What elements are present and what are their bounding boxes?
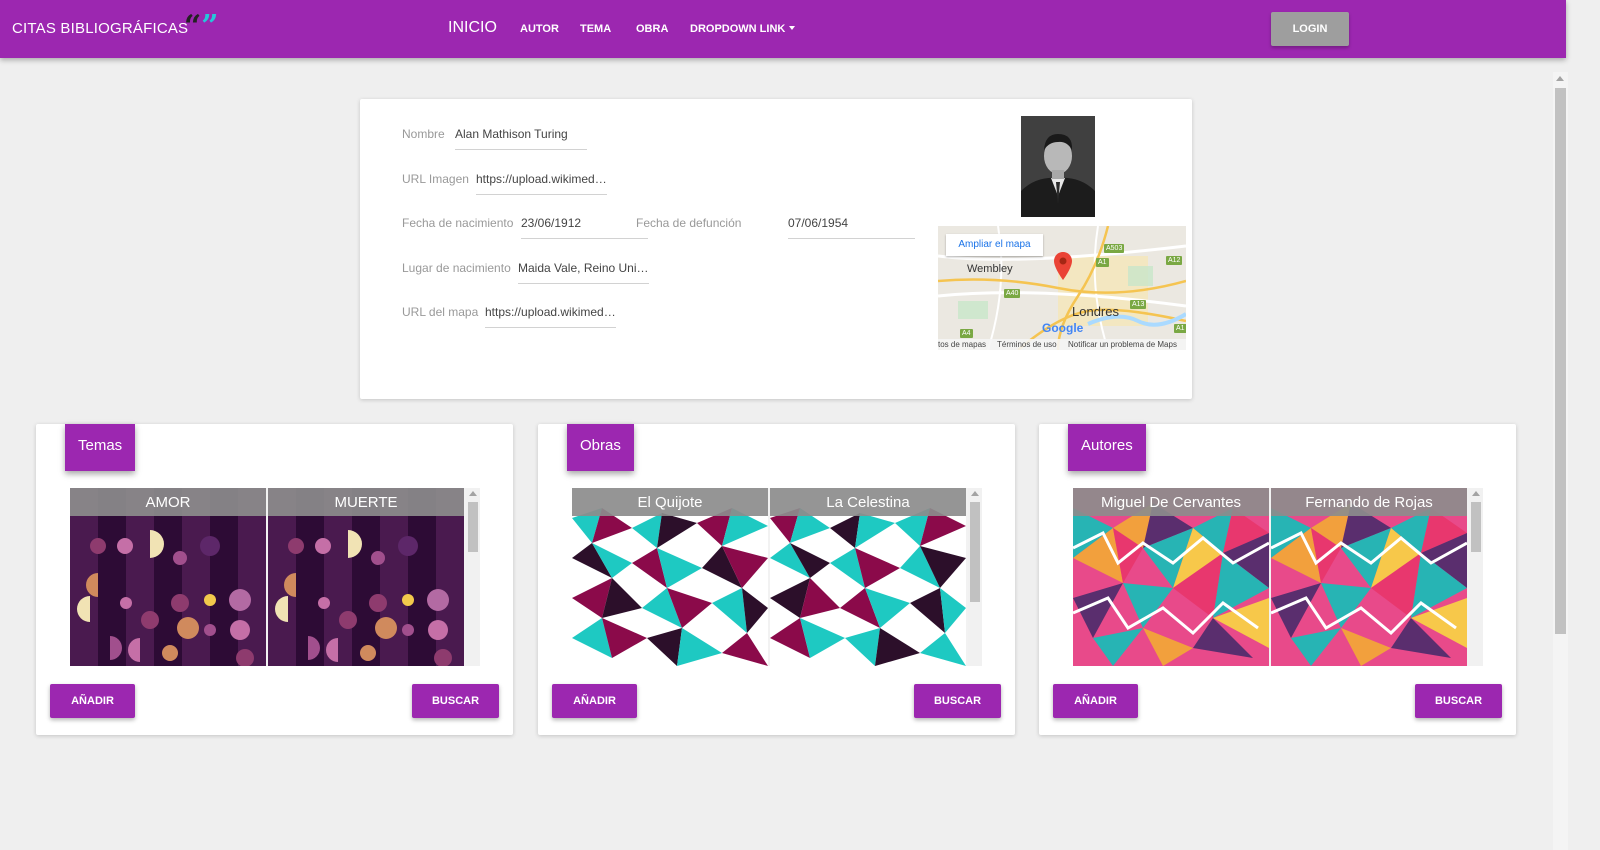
scroll-up-icon[interactable] [1556, 76, 1564, 81]
map-pin-icon [1054, 252, 1072, 280]
url-mapa-label: URL del mapa [402, 305, 479, 319]
scroll-thumb[interactable] [970, 502, 980, 602]
scroll-thumb[interactable] [468, 502, 478, 552]
tile-title: AMOR [70, 488, 266, 516]
nombre-input[interactable]: Alan Mathison Turing [455, 127, 587, 150]
scroll-up-icon[interactable] [469, 491, 477, 496]
gallery-scrollbar[interactable] [1469, 488, 1483, 666]
portrait-image [1021, 116, 1095, 217]
obras-search-button[interactable]: BUSCAR [914, 684, 1001, 718]
map-data-link[interactable]: tos de mapas [938, 340, 986, 349]
road-badge: A4 [960, 329, 973, 338]
autores-gallery[interactable]: Miguel De Cervantes Fernando de Rojas [1073, 488, 1483, 666]
autores-add-button[interactable]: AÑADIR [1053, 684, 1138, 718]
autores-search-button[interactable]: BUSCAR [1415, 684, 1502, 718]
obras-panel: Obras El Quijote La Celestina AÑADIR BUS… [538, 424, 1015, 735]
tile-title: MUERTE [268, 488, 464, 516]
tile-title: La Celestina [770, 488, 966, 516]
page-scrollbar[interactable] [1553, 72, 1568, 850]
road-badge: A13 [1130, 300, 1147, 309]
expand-map-button[interactable]: Ampliar el mapa [946, 234, 1043, 256]
url-imagen-label: URL Imagen [402, 172, 469, 186]
tema-tile-amor[interactable]: AMOR [70, 488, 266, 666]
temas-search-button[interactable]: BUSCAR [412, 684, 499, 718]
gallery-scrollbar[interactable] [466, 488, 480, 666]
map-place-londres: Londres [1072, 304, 1119, 319]
autor-tile-rojas[interactable]: Fernando de Rojas [1271, 488, 1467, 666]
tile-title: Fernando de Rojas [1271, 488, 1467, 516]
autores-title: Autores [1068, 424, 1146, 471]
brand-title[interactable]: CITAS BIBLIOGRÁFICAS [12, 20, 188, 37]
nav-inicio[interactable]: INICIO [448, 19, 497, 37]
map-report-link[interactable]: Notificar un problema de Maps [1068, 340, 1177, 349]
nav-obra[interactable]: OBRA [636, 23, 668, 35]
temas-panel: Temas AMOR MUERTE AÑADIR BUSCAR [36, 424, 513, 735]
temas-gallery[interactable]: AMOR MUERTE [70, 488, 480, 666]
quote-icon: “” [184, 9, 219, 44]
obra-tile-quijote[interactable]: El Quijote [572, 488, 768, 666]
lugar-nacimiento-input[interactable]: Maida Vale, Reino Unid... [518, 261, 649, 284]
obras-add-button[interactable]: AÑADIR [552, 684, 637, 718]
obras-gallery[interactable]: El Quijote La Celestina [572, 488, 982, 666]
autores-panel: Autores Miguel De Cervantes Fernando de … [1039, 424, 1516, 735]
location-map[interactable]: Ampliar el mapa Wembley Londres A503 A1 … [938, 226, 1186, 350]
tile-title: El Quijote [572, 488, 768, 516]
obras-title: Obras [567, 424, 634, 471]
road-badge: A503 [1104, 244, 1125, 253]
scroll-up-icon[interactable] [1472, 491, 1480, 496]
nav-autor[interactable]: AUTOR [520, 23, 559, 35]
road-badge: A1 [1096, 258, 1109, 267]
nombre-label: Nombre [402, 127, 445, 141]
fecha-nacimiento-input[interactable]: 23/06/1912 [521, 216, 648, 239]
url-mapa-input[interactable]: https://upload.wikimedi... [485, 305, 616, 328]
road-badge: A12 [1166, 256, 1183, 265]
map-terms-link[interactable]: Términos de uso [997, 340, 1057, 349]
map-place-wembley: Wembley [967, 263, 1013, 275]
tile-title: Miguel De Cervantes [1073, 488, 1269, 516]
lugar-nacimiento-label: Lugar de nacimiento [402, 261, 511, 275]
navbar: CITAS BIBLIOGRÁFICAS “” INICIO AUTOR TEM… [0, 0, 1566, 58]
login-button[interactable]: LOGIN [1271, 12, 1349, 46]
scroll-up-icon[interactable] [971, 491, 979, 496]
author-card: Nombre Alan Mathison Turing URL Imagen h… [360, 99, 1192, 399]
temas-title: Temas [65, 424, 136, 471]
temas-add-button[interactable]: AÑADIR [50, 684, 135, 718]
fecha-nacimiento-label: Fecha de nacimiento [402, 216, 514, 230]
scroll-thumb[interactable] [1555, 88, 1566, 634]
caret-down-icon [789, 26, 796, 30]
author-portrait [1021, 116, 1095, 217]
obra-tile-celestina[interactable]: La Celestina [770, 488, 966, 666]
tema-tile-muerte[interactable]: MUERTE [268, 488, 464, 666]
fecha-defuncion-label: Fecha de defunción [636, 216, 742, 230]
gallery-scrollbar[interactable] [968, 488, 982, 666]
road-badge: A40 [1004, 289, 1021, 298]
url-imagen-input[interactable]: https://upload.wikimedi... [476, 172, 607, 195]
scroll-thumb[interactable] [1471, 502, 1481, 552]
nav-dropdown-label: DROPDOWN LINK [690, 23, 786, 35]
nav-tema[interactable]: TEMA [580, 23, 611, 35]
road-badge: A1 [1174, 324, 1186, 333]
autor-tile-cervantes[interactable]: Miguel De Cervantes [1073, 488, 1269, 666]
fecha-defuncion-input[interactable]: 07/06/1954 [788, 216, 915, 239]
nav-dropdown[interactable]: DROPDOWN LINK [690, 23, 796, 35]
map-footer: tos de mapas Términos de uso Notificar u… [938, 339, 1186, 350]
google-logo: Google [1042, 321, 1084, 335]
